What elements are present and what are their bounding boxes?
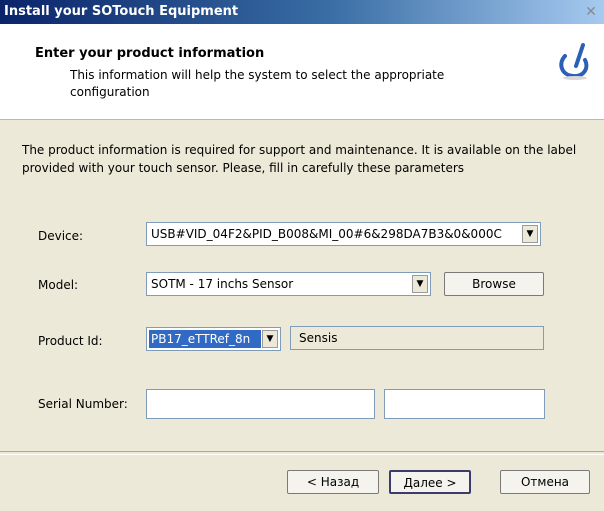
model-dropdown[interactable]: SOTM - 17 inchs Sensor ▼ [146, 272, 431, 296]
browse-button[interactable]: Browse [444, 272, 544, 296]
vendor-field: Sensis [290, 326, 544, 350]
footer-separator [0, 451, 604, 455]
model-value: SOTM - 17 inchs Sensor [151, 277, 294, 291]
model-label: Model: [38, 278, 79, 292]
serial-number-field-2[interactable] [384, 389, 545, 419]
serial-number-label: Serial Number: [38, 397, 128, 411]
wizard-header: Enter your product information This info… [0, 24, 604, 120]
sotouch-logo-icon [559, 43, 589, 80]
device-dropdown[interactable]: USB#VID_04F2&PID_B008&MI_00#6&298DA7B3&0… [146, 222, 541, 246]
window-title: Install your SOTouch Equipment [4, 4, 239, 19]
product-id-label: Product Id: [38, 334, 103, 348]
chevron-down-icon[interactable]: ▼ [522, 225, 538, 243]
intro-text: The product information is required for … [22, 143, 577, 175]
product-id-value: PB17_eTTRef_8n [149, 330, 261, 348]
chevron-down-icon[interactable]: ▼ [262, 330, 278, 348]
next-button[interactable]: Далее > [389, 470, 471, 494]
close-icon[interactable]: ✕ [583, 4, 599, 20]
back-button[interactable]: < Назад [287, 470, 379, 494]
cancel-button[interactable]: Отмена [500, 470, 590, 494]
header-subtitle: This information will help the system to… [70, 68, 445, 99]
chevron-down-icon[interactable]: ▼ [412, 275, 428, 293]
serial-number-field-1[interactable] [146, 389, 375, 419]
device-value: USB#VID_04F2&PID_B008&MI_00#6&298DA7B3&0… [151, 227, 502, 241]
title-bar: Install your SOTouch Equipment ✕ [0, 0, 604, 24]
product-id-dropdown[interactable]: PB17_eTTRef_8n ▼ [146, 327, 281, 351]
header-title: Enter your product information [35, 46, 265, 61]
device-label: Device: [38, 229, 84, 243]
